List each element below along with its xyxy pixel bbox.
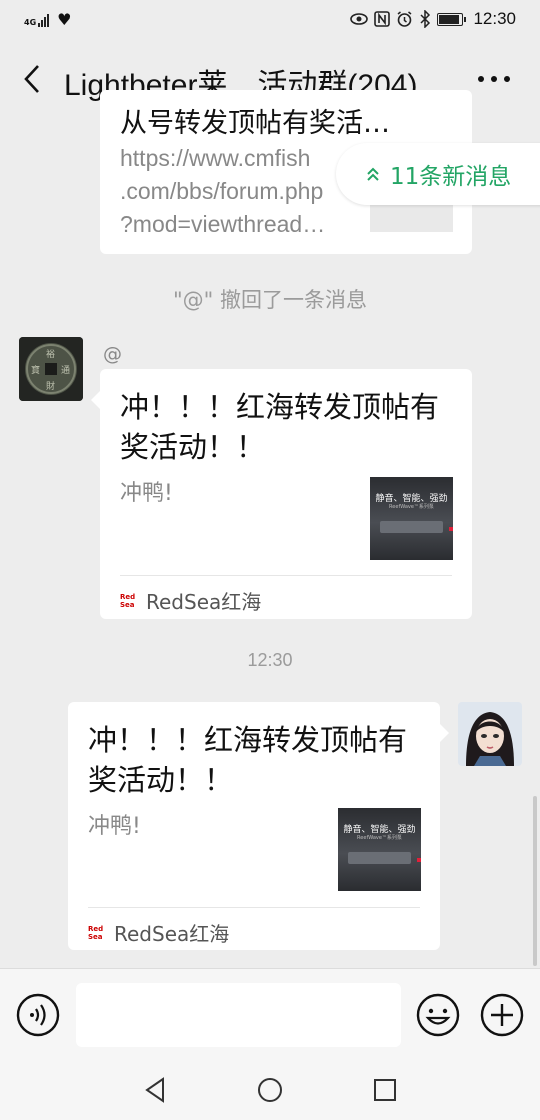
card-title: 从号转发顶帖有奖活… bbox=[120, 108, 390, 139]
status-bar: 4G ♥ 12:30 bbox=[0, 0, 540, 40]
svg-text:財: 財 bbox=[46, 380, 55, 392]
link-card-2[interactable]: 冲！！！红海转发顶帖有 奖活动！！ 冲鸭! 静音、智能、强劲 ReefWave™… bbox=[91, 369, 472, 619]
card-thumbnail: 静音、智能、强劲 ReefWave™系列泵 bbox=[370, 477, 453, 560]
svg-text:通: 通 bbox=[61, 365, 70, 376]
heart-icon: ♥ bbox=[57, 10, 72, 29]
thumb-subtext: ReefWave™系列泵 bbox=[389, 504, 434, 510]
status-right: 12:30 bbox=[350, 9, 516, 29]
scroll-indicator[interactable] bbox=[533, 796, 537, 966]
eye-icon bbox=[350, 13, 369, 25]
card-title-line: 奖活动！！ bbox=[88, 763, 234, 797]
coin-avatar-image: 裕 財 寶 通 bbox=[19, 337, 83, 401]
card-title: 冲！！！红海转发顶帖有 奖活动！！ bbox=[120, 387, 439, 467]
card-divider bbox=[88, 907, 420, 908]
card-source: Red Sea RedSea红海 bbox=[120, 586, 261, 615]
card-description: 冲鸭! bbox=[120, 481, 173, 506]
more-dots-icon[interactable] bbox=[478, 76, 510, 82]
signal-icon: 4G bbox=[24, 13, 50, 27]
system-nav-bar bbox=[0, 1064, 540, 1120]
sender-avatar[interactable]: 裕 財 寶 通 bbox=[19, 337, 83, 401]
svg-text:寶: 寶 bbox=[31, 364, 40, 376]
bluetooth-icon bbox=[420, 10, 431, 28]
card-url-line: ?mod=viewthread… bbox=[120, 211, 326, 237]
input-bar bbox=[0, 968, 540, 1064]
card-description: 冲鸭! bbox=[88, 814, 141, 839]
status-time: 12:30 bbox=[473, 9, 516, 28]
recall-notice: "@" 撤回了一条消息 bbox=[173, 288, 367, 312]
card-title-line: 冲！！！红海转发顶帖有 bbox=[88, 723, 408, 757]
card-title: 冲！！！红海转发顶帖有 奖活动！！ bbox=[88, 720, 407, 800]
message-input[interactable] bbox=[76, 983, 401, 1047]
card-url: https://www.cmfish .com/bbs/forum.php ?m… bbox=[120, 142, 325, 241]
card-url-line: .com/bbs/forum.php bbox=[120, 178, 324, 204]
new-messages-label: 11条新消息 bbox=[390, 164, 512, 190]
anime-girl-avatar-image bbox=[458, 702, 522, 766]
emoji-icon[interactable] bbox=[416, 993, 460, 1037]
card-thumbnail: 静音、智能、强劲 ReefWave™系列泵 bbox=[338, 808, 421, 891]
timestamp: 12:30 bbox=[247, 650, 293, 670]
sender-name: @ bbox=[103, 343, 122, 365]
card-source-label: RedSea红海 bbox=[114, 922, 230, 946]
battery-icon bbox=[437, 12, 467, 26]
new-messages-button[interactable]: 11条新消息 bbox=[336, 143, 540, 205]
plus-icon[interactable] bbox=[480, 993, 524, 1037]
redsea-logo: Red Sea bbox=[120, 592, 136, 609]
redsea-logo: Red Sea bbox=[88, 924, 104, 941]
chevron-left-icon[interactable] bbox=[18, 62, 48, 96]
double-chevron-up-icon bbox=[367, 167, 379, 181]
home-circle-icon[interactable] bbox=[257, 1077, 283, 1103]
my-avatar[interactable] bbox=[458, 702, 522, 766]
card-source: Red Sea RedSea红海 bbox=[88, 918, 229, 947]
card-url-line: https://www.cmfish bbox=[120, 145, 311, 171]
card-divider bbox=[120, 575, 452, 576]
card-title-line: 冲！！！红海转发顶帖有 bbox=[120, 390, 440, 424]
card-title-line: 奖活动！！ bbox=[120, 430, 266, 464]
recents-square-icon[interactable] bbox=[373, 1078, 397, 1102]
network-type: 4G bbox=[24, 17, 37, 27]
link-card-3[interactable]: 冲！！！红海转发顶帖有 奖活动！！ 冲鸭! 静音、智能、强劲 ReefWave™… bbox=[68, 702, 449, 950]
alarm-icon bbox=[397, 10, 412, 27]
thumb-subtext: ReefWave™系列泵 bbox=[357, 835, 402, 841]
voice-icon[interactable] bbox=[16, 993, 60, 1037]
svg-text:裕: 裕 bbox=[46, 348, 55, 360]
card-source-label: RedSea红海 bbox=[146, 590, 262, 614]
nfc-icon bbox=[374, 11, 391, 27]
back-triangle-icon[interactable] bbox=[143, 1077, 167, 1103]
status-left: 4G ♥ bbox=[24, 10, 71, 29]
